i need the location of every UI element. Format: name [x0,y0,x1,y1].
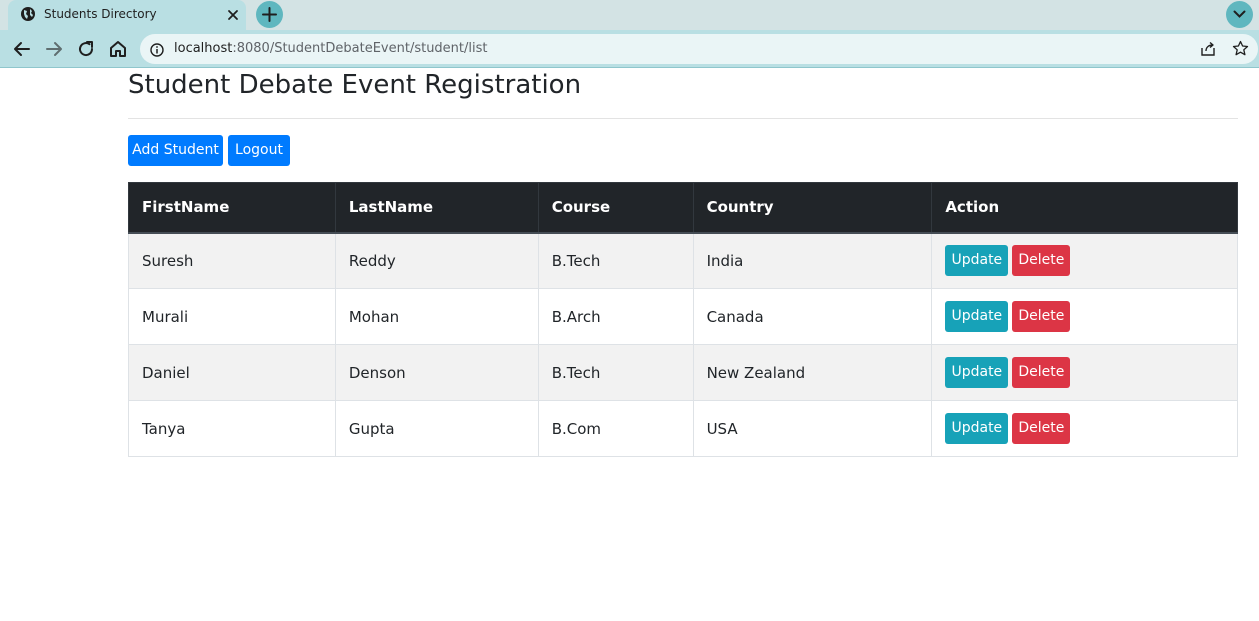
delete-button[interactable]: Delete [1012,357,1071,388]
new-tab-button[interactable] [256,1,283,28]
browser-tab[interactable]: Students Directory [8,0,246,30]
globe-icon [20,6,36,22]
students-table: FirstName LastName Course Country Action… [128,182,1238,457]
column-header-course: Course [537,182,694,234]
home-button[interactable] [108,39,128,59]
add-student-button[interactable]: Add Student [128,135,223,166]
forward-button[interactable] [44,39,64,59]
home-icon [110,41,126,57]
table-row: Murali Mohan B.Arch Canada Update Delete [128,288,1238,345]
update-button[interactable]: Update [945,357,1009,388]
cell-course: B.Tech [537,344,694,401]
cell-action: Update Delete [931,400,1238,457]
table-row: Suresh Reddy B.Tech India Update Delete [128,232,1238,289]
column-header-country: Country [692,182,933,234]
cell-first-name: Suresh [128,232,336,289]
cell-action: Update Delete [931,288,1238,345]
table-row: Daniel Denson B.Tech New Zealand Update D… [128,344,1238,401]
forward-arrow-icon [46,42,62,56]
delete-button[interactable]: Delete [1012,301,1071,332]
browser-toolbar: localhost:8080/StudentDebateEvent/studen… [0,30,1259,68]
logout-button[interactable]: Logout [228,135,290,166]
delete-button[interactable]: Delete [1012,245,1071,277]
back-arrow-icon [14,42,30,56]
update-button[interactable]: Update [945,413,1009,444]
divider [128,118,1238,119]
tab-title: Students Directory [44,7,157,21]
column-header-action: Action [931,182,1238,234]
info-icon[interactable] [150,42,164,57]
delete-button[interactable]: Delete [1012,413,1071,444]
page-title: Student Debate Event Registration [128,70,582,100]
cell-course: B.Tech [537,232,694,289]
cell-country: Canada [692,288,933,345]
table-header-row: FirstName LastName Course Country Action [128,182,1238,234]
cell-action: Update Delete [931,232,1238,289]
cell-first-name: Daniel [128,344,336,401]
reload-button[interactable] [76,39,96,59]
table-row: Tanya Gupta B.Com USA Update Delete [128,400,1238,457]
cell-country: USA [692,400,933,457]
cell-action: Update Delete [931,344,1238,401]
cell-last-name: Reddy [334,232,539,289]
tab-strip: Students Directory [0,0,1259,30]
update-button[interactable]: Update [945,245,1009,277]
url-text: localhost:8080/StudentDebateEvent/studen… [174,41,488,56]
cell-last-name: Gupta [334,400,539,457]
column-header-lastname: LastName [334,182,539,234]
reload-icon [79,41,94,57]
url-path: :8080/StudentDebateEvent/student/list [232,41,488,56]
cell-last-name: Mohan [334,288,539,345]
share-icon[interactable] [1200,41,1216,57]
cell-first-name: Tanya [128,400,336,457]
close-icon[interactable] [226,7,240,21]
star-icon[interactable] [1232,40,1249,57]
tab-search-button[interactable] [1226,1,1253,28]
address-bar[interactable]: localhost:8080/StudentDebateEvent/studen… [140,34,1258,64]
cell-course: B.Arch [537,288,694,345]
cell-country: New Zealand [692,344,933,401]
back-button[interactable] [12,39,32,59]
cell-course: B.Com [537,400,694,457]
cell-country: India [692,232,933,289]
column-header-firstname: FirstName [128,182,336,234]
update-button[interactable]: Update [945,301,1009,332]
url-host: localhost [174,41,233,56]
plus-icon [262,7,277,22]
cell-first-name: Murali [128,288,336,345]
cell-last-name: Denson [334,344,539,401]
chevron-down-icon [1233,10,1246,18]
